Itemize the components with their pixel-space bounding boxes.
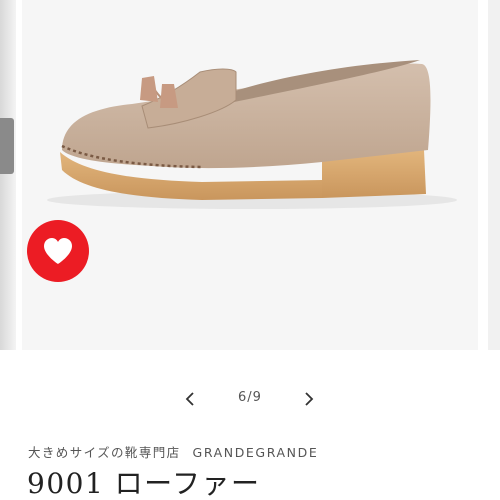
tassel-left xyxy=(140,76,158,102)
heart-icon xyxy=(44,238,72,264)
previous-image-fragment xyxy=(0,118,14,174)
next-image-peek[interactable] xyxy=(488,0,500,350)
previous-image-button[interactable] xyxy=(175,384,205,414)
product-image[interactable] xyxy=(22,0,478,350)
image-pager: 6/9 xyxy=(0,384,500,414)
product-title: 9001 ローファー xyxy=(27,467,261,500)
tassel-right xyxy=(160,84,178,108)
favorite-button[interactable] xyxy=(27,220,89,282)
next-image-button[interactable] xyxy=(294,384,324,414)
shop-name[interactable]: 大きめサイズの靴専門店 xyxy=(28,445,181,460)
chevron-left-icon xyxy=(185,392,194,406)
shoe-upper xyxy=(62,63,431,169)
product-page: 6/9 大きめサイズの靴専門店 GRANDEGRANDE 9001 ローファー xyxy=(0,0,500,500)
brand-name[interactable]: GRANDEGRANDE xyxy=(193,445,319,460)
image-counter: 6/9 xyxy=(238,390,262,405)
image-gallery[interactable] xyxy=(0,0,500,350)
previous-image-peek[interactable] xyxy=(0,0,16,350)
loafer-illustration xyxy=(47,60,457,209)
chevron-right-icon xyxy=(305,392,314,406)
shop-info: 大きめサイズの靴専門店 GRANDEGRANDE xyxy=(28,442,318,461)
